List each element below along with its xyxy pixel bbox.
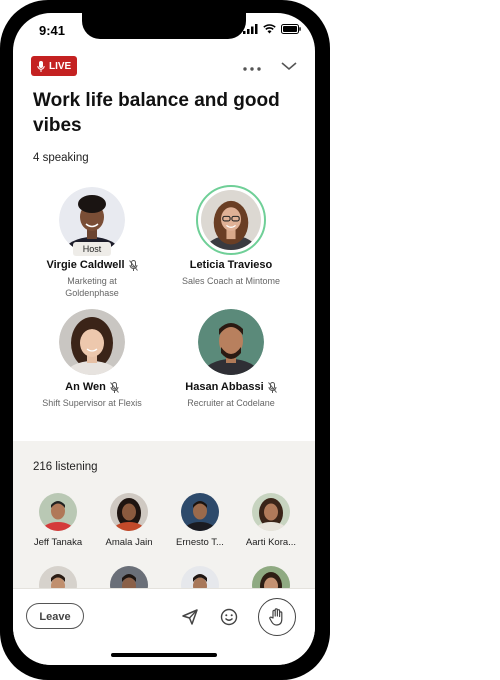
- speaker-name: Hasan Abbassi: [185, 381, 264, 393]
- speaker-role: Shift Supervisor at Flexis: [42, 398, 142, 408]
- speaker-name-row: Hasan Abbassi: [161, 381, 301, 393]
- mic-icon: [37, 60, 45, 72]
- speaker-card[interactable]: An Wen Shift Supervisor at Flexis: [22, 309, 162, 419]
- mic-off-icon: [109, 381, 119, 393]
- listener-item[interactable]: Ernesto T...: [165, 493, 235, 553]
- avatar: [181, 566, 219, 588]
- leave-button[interactable]: Leave: [26, 603, 84, 629]
- listener-item[interactable]: Amala Jain: [94, 493, 164, 553]
- avatar: [110, 566, 148, 588]
- screen: 9:41 LIVE Work life balance and good vib…: [13, 13, 315, 665]
- listener-name: Aarti Kora...: [245, 537, 297, 548]
- avatar: [252, 566, 290, 588]
- listener-item[interactable]: Aarti Kora...: [236, 493, 306, 553]
- status-time: 9:41: [39, 23, 66, 38]
- raise-hand-icon: [269, 608, 283, 626]
- live-label: LIVE: [49, 60, 72, 72]
- collapse-button[interactable]: [279, 58, 299, 74]
- avatar: [39, 493, 77, 531]
- live-badge: LIVE: [31, 56, 78, 76]
- avatar: [39, 566, 77, 588]
- listener-item[interactable]: [94, 566, 164, 588]
- speaker-card[interactable]: Hasan Abbassi Recruiter at Codelane: [161, 309, 301, 419]
- mic-off-icon: [128, 259, 138, 271]
- notch: [82, 13, 246, 39]
- raise-hand-button[interactable]: [258, 598, 296, 636]
- host-tag: Host: [73, 242, 111, 256]
- reactions-button[interactable]: [220, 608, 238, 626]
- emoji-icon: [220, 608, 238, 626]
- speaker-name: Virgie Caldwell: [46, 259, 125, 271]
- more-options-button[interactable]: [240, 61, 264, 71]
- speaker-role: Marketing at Goldenphase: [65, 276, 119, 298]
- avatar: [110, 493, 148, 531]
- speaker-card[interactable]: Host Virgie Caldwell Marketing at Golden…: [22, 187, 162, 298]
- listener-name: Ernesto T...: [176, 537, 224, 548]
- listener-item[interactable]: Jeff Tanaka: [23, 493, 93, 553]
- speaker-card[interactable]: Leticia Travieso Sales Coach at Mintome: [161, 185, 301, 297]
- chevron-down-icon: [281, 62, 297, 71]
- avatar: [252, 493, 290, 531]
- mic-off-icon: [267, 381, 277, 393]
- avatar: [59, 309, 125, 375]
- share-button[interactable]: [181, 608, 199, 626]
- battery-icon: [281, 24, 301, 34]
- listener-item[interactable]: [23, 566, 93, 588]
- speaker-name-row: Virgie Caldwell: [22, 259, 162, 271]
- wifi-icon: [263, 24, 276, 34]
- room-title: Work life balance and good vibes: [33, 90, 280, 136]
- speaker-name-row: Leticia Travieso: [161, 259, 301, 271]
- listener-name: Jeff Tanaka: [33, 537, 83, 548]
- more-icon: [243, 67, 261, 71]
- listener-item[interactable]: [165, 566, 235, 588]
- listener-name: Amala Jain: [105, 537, 153, 548]
- send-icon: [182, 609, 198, 625]
- status-icons: [243, 24, 301, 34]
- listening-count: 216 listening: [33, 461, 98, 473]
- avatar-active-speaker: [196, 185, 266, 255]
- avatar: [181, 493, 219, 531]
- avatar: [198, 309, 264, 375]
- speaker-name: An Wen: [65, 381, 106, 393]
- speaker-role: Sales Coach at Mintome: [181, 276, 281, 286]
- home-indicator: [111, 653, 217, 657]
- speaker-name-row: An Wen: [22, 381, 162, 393]
- speaker-name: Leticia Travieso: [189, 259, 273, 271]
- phone-frame: 9:41 LIVE Work life balance and good vib…: [0, 0, 330, 680]
- speaker-role: Recruiter at Codelane: [187, 398, 275, 408]
- speaking-count: 4 speaking: [33, 152, 89, 164]
- listener-item[interactable]: [236, 566, 306, 588]
